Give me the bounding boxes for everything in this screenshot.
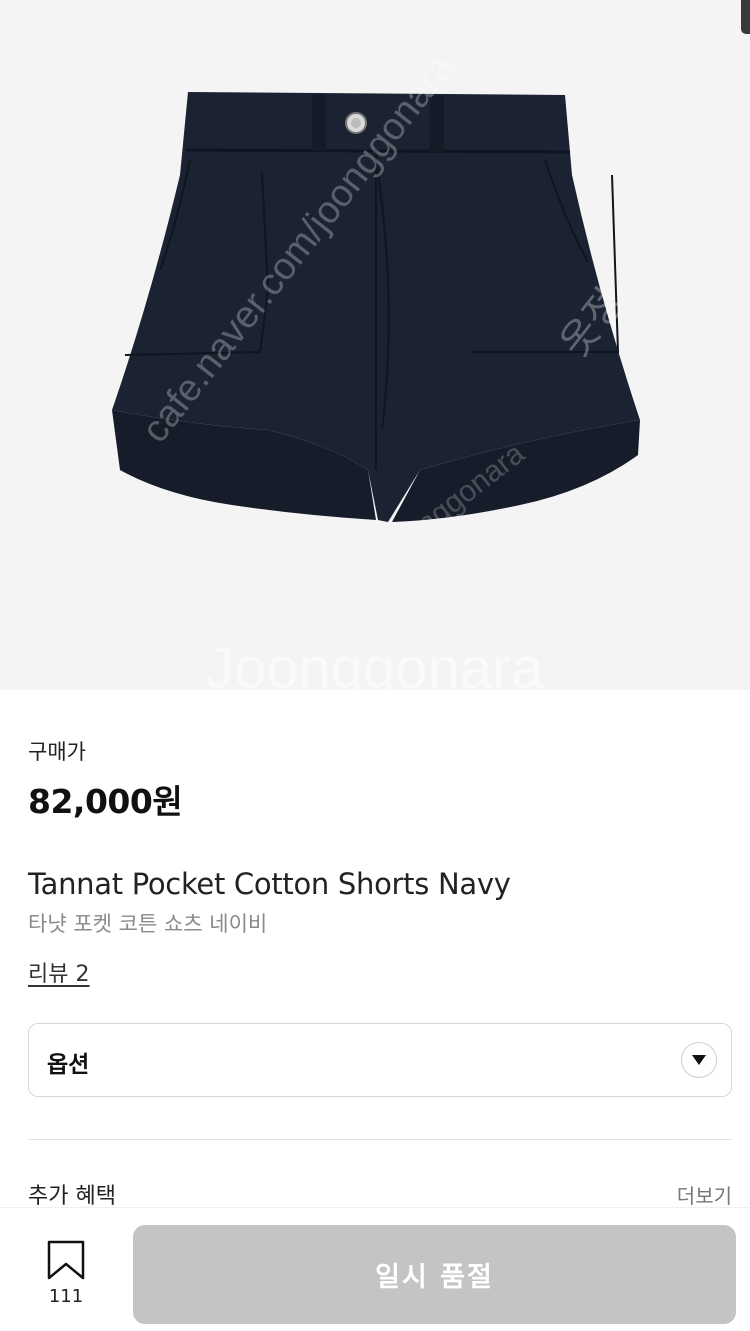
benefits-label: 추가 혜택 xyxy=(28,1184,116,1209)
divider xyxy=(28,1139,732,1140)
bookmark-icon xyxy=(47,1240,85,1280)
bottom-action-bar: 111 일시 품절 xyxy=(0,1208,750,1331)
price-label: 구매가 xyxy=(28,740,86,764)
shorts-illustration: cafe.naver.com/joonggonara joonggonara J… xyxy=(112,46,640,690)
option-label: 옵션 xyxy=(47,1052,90,1078)
sold-out-button[interactable]: 일시 품절 xyxy=(133,1225,736,1324)
option-dropdown[interactable]: 옵션 xyxy=(28,1023,732,1097)
chevron-down-icon xyxy=(681,1042,717,1078)
more-link[interactable]: 더보기 xyxy=(677,1180,732,1209)
review-link[interactable]: 리뷰 2 xyxy=(28,956,89,988)
wishlist-button[interactable]: 111 xyxy=(36,1234,96,1314)
price-value: 82,000원 xyxy=(28,782,183,821)
watermark-large: Joonggonara xyxy=(205,636,544,690)
product-image[interactable]: cafe.naver.com/joonggonara joonggonara J… xyxy=(0,0,750,690)
wishlist-count: 111 xyxy=(48,1286,84,1307)
scrollbar[interactable] xyxy=(741,0,750,34)
product-name-english: Tannat Pocket Cotton Shorts Navy xyxy=(28,867,511,901)
product-name-korean: 타냣 포켓 코튼 쇼츠 네이비 xyxy=(28,912,268,936)
